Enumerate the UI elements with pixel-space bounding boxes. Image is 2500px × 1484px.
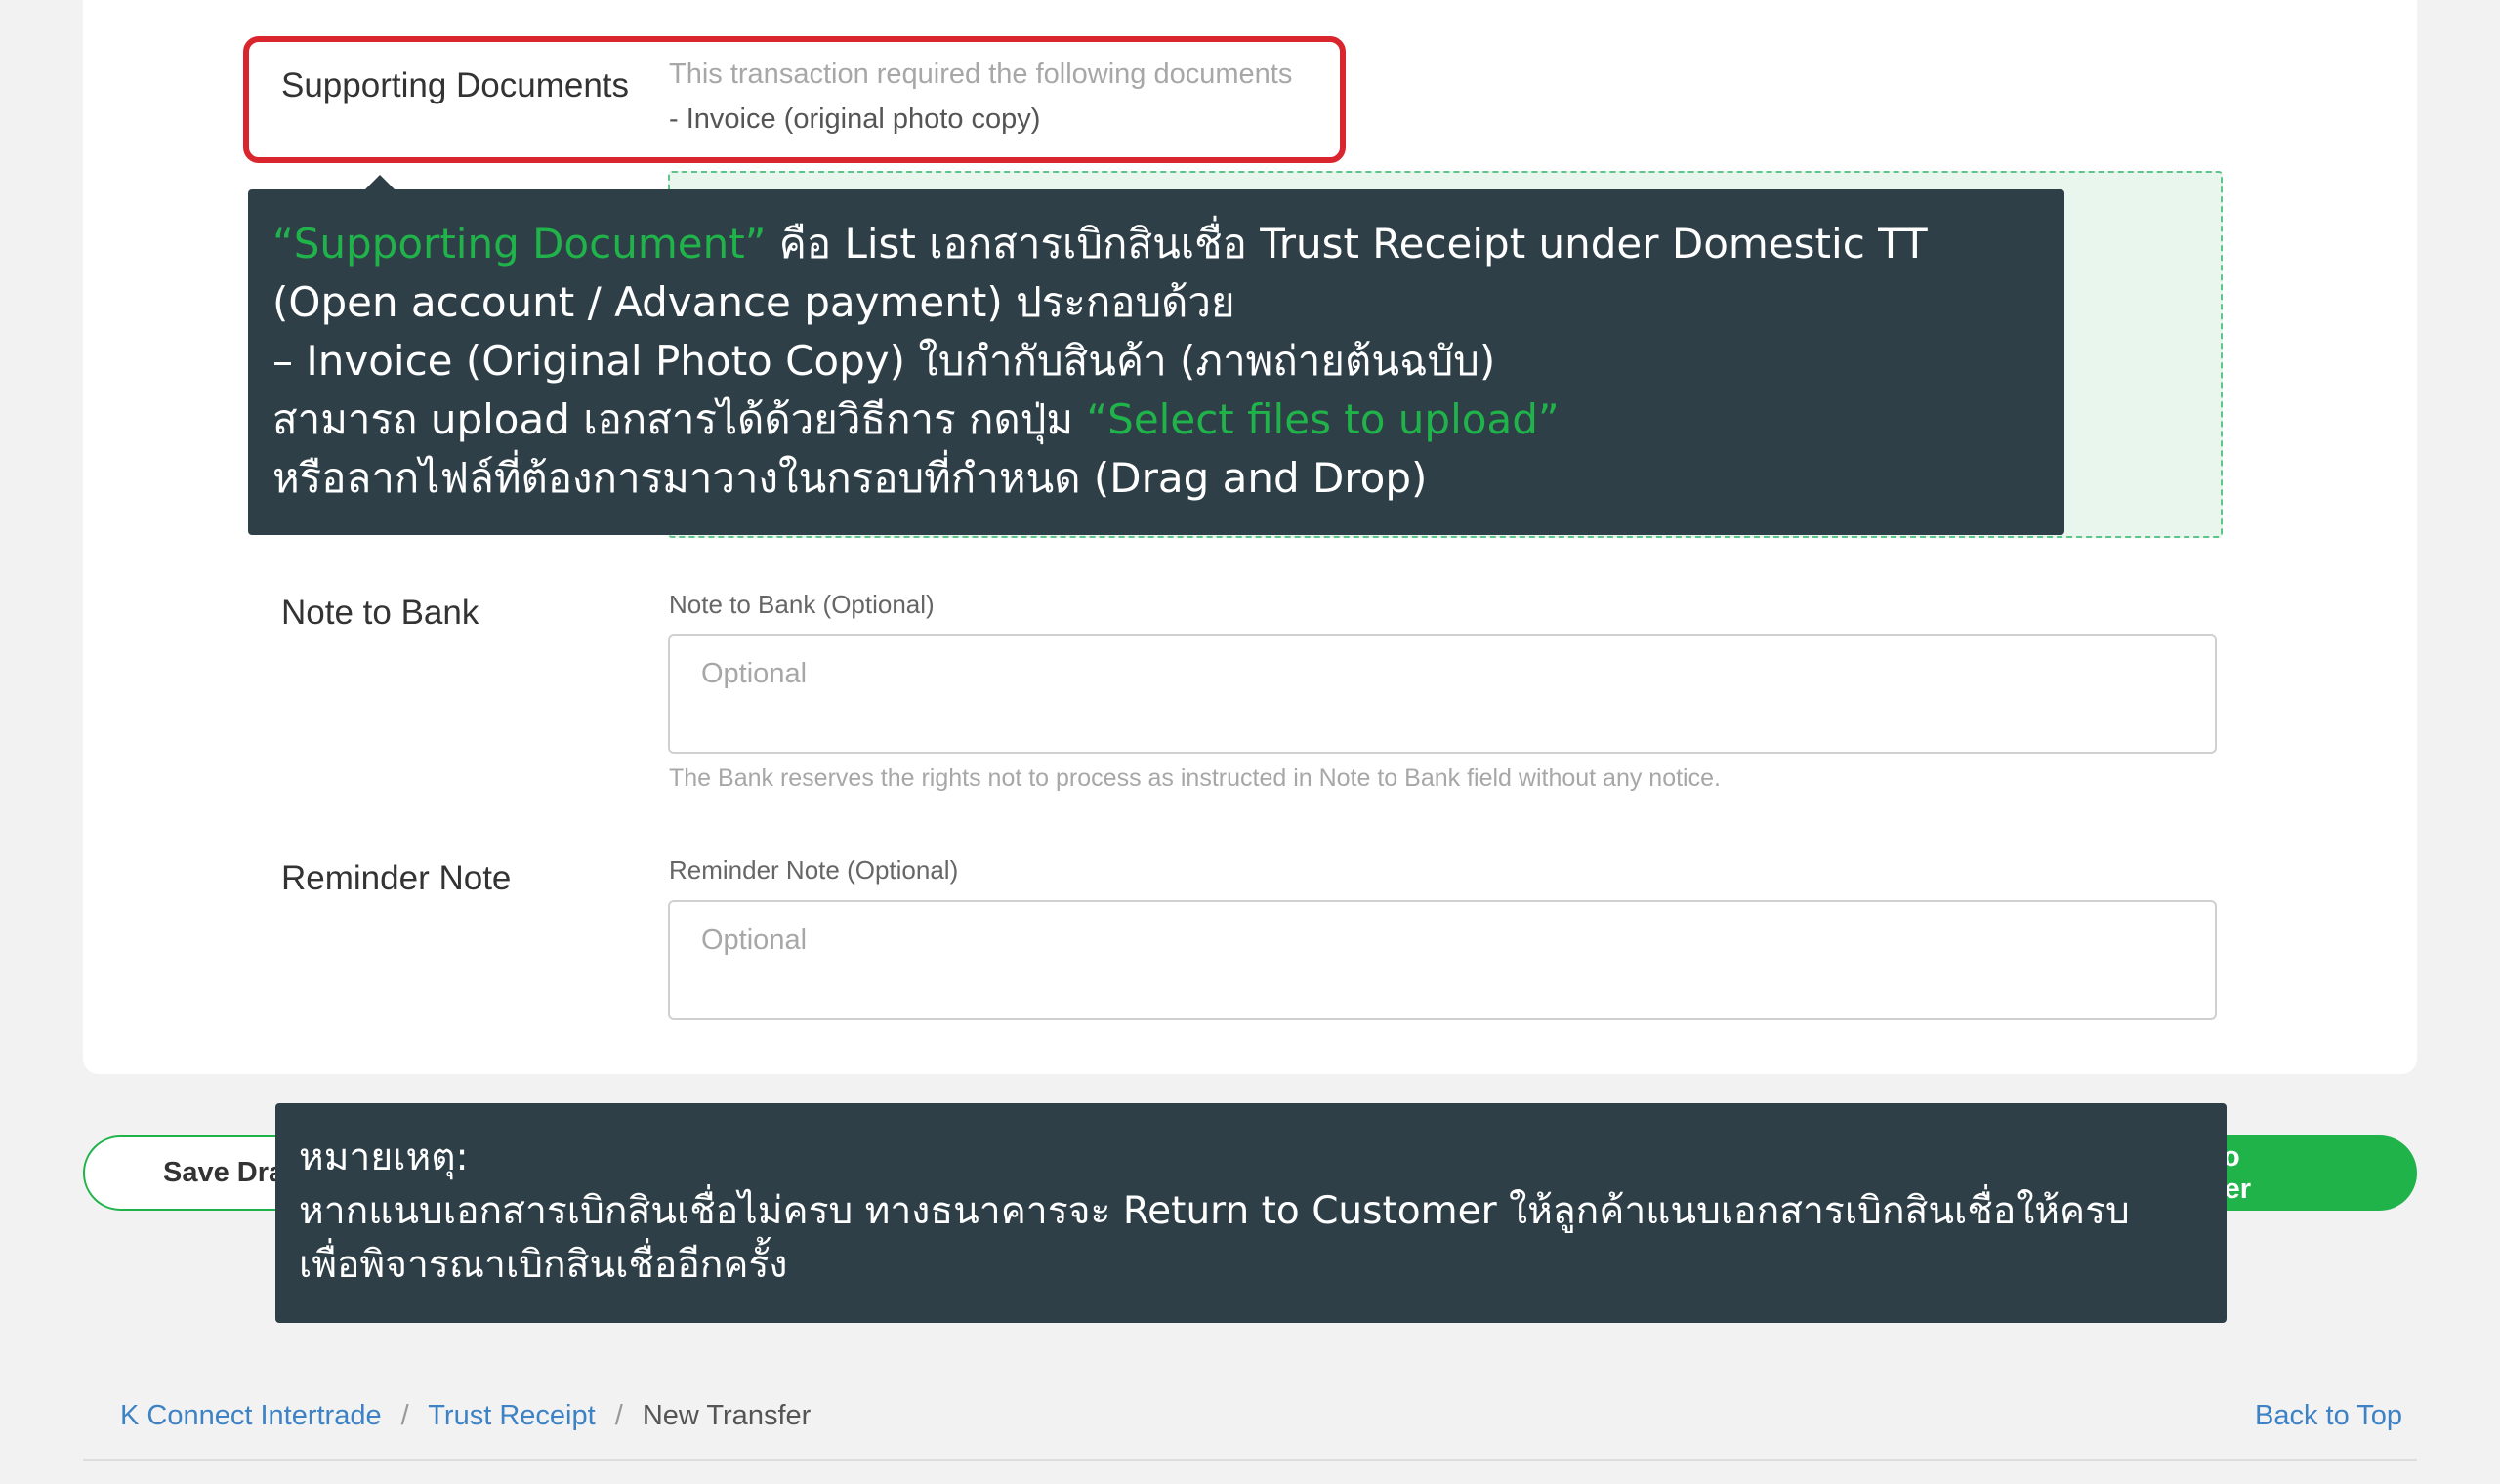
breadcrumb-link-trust-receipt[interactable]: Trust Receipt [428,1400,595,1431]
reminder-note-input[interactable] [668,900,2217,1020]
tooltip-highlight: “Select files to upload” [1086,395,1560,443]
note-to-bank-label: Note to Bank [281,594,479,632]
reminder-note-label: Reminder Note [281,859,512,897]
tooltip-line: เพื่อพิจารณาเบิกสินเชื่ออีกครั้ง [299,1243,788,1287]
tooltip-line: (Open account / Advance payment) ประกอบด… [272,278,1235,326]
note-to-bank-input[interactable] [668,634,2217,754]
note-to-bank-hint: The Bank reserves the rights not to proc… [669,764,1721,792]
supporting-document-tooltip: “Supporting Document” คือ List เอกสารเบิ… [248,189,2064,535]
breadcrumb: K Connect Intertrade / Trust Receipt / N… [120,1400,811,1432]
tooltip-highlight: “Supporting Document” [272,220,767,268]
required-document-item: - Invoice (original photo copy) [669,103,1041,135]
tooltip-text: คือ List เอกสารเบิกสินเชื่อ Trust Receip… [766,220,1928,268]
reminder-note-field-label: Reminder Note (Optional) [669,855,959,885]
supporting-documents-label: Supporting Documents [281,66,630,104]
breadcrumb-separator: / [400,1400,409,1431]
back-to-top-link[interactable]: Back to Top [2255,1400,2402,1432]
tooltip-line: – Invoice (Original Photo Copy) ใบกำกับส… [272,337,1496,385]
note-to-bank-field-label: Note to Bank (Optional) [669,590,935,619]
note-tooltip: หมายเหตุ: หากแนบเอกสารเบิกสินเชื่อไม่ครบ… [275,1103,2227,1323]
tooltip-line: หรือลากไฟล์ที่ต้องการมาวางในกรอบที่กำหนด… [272,454,1428,502]
breadcrumb-link-home[interactable]: K Connect Intertrade [120,1400,382,1431]
tooltip-line: สามารถ upload เอกสารได้ด้วยวิธีการ กดปุ่… [272,391,2040,449]
tooltip-line: หากแนบเอกสารเบิกสินเชื่อไม่ครบ ทางธนาคาร… [299,1189,2130,1233]
tooltip-line: “Supporting Document” คือ List เอกสารเบิ… [272,215,2040,273]
breadcrumb-current: New Transfer [642,1400,812,1431]
breadcrumb-separator: / [614,1400,623,1431]
tooltip-text: สามารถ upload เอกสารได้ด้วยวิธีการ กดปุ่… [272,395,1087,443]
required-documents-title: This transaction required the following … [669,59,1293,90]
footer-divider [83,1459,2417,1461]
tooltip-line: หมายเหตุ: [299,1135,469,1179]
tooltip-arrow [364,175,396,190]
